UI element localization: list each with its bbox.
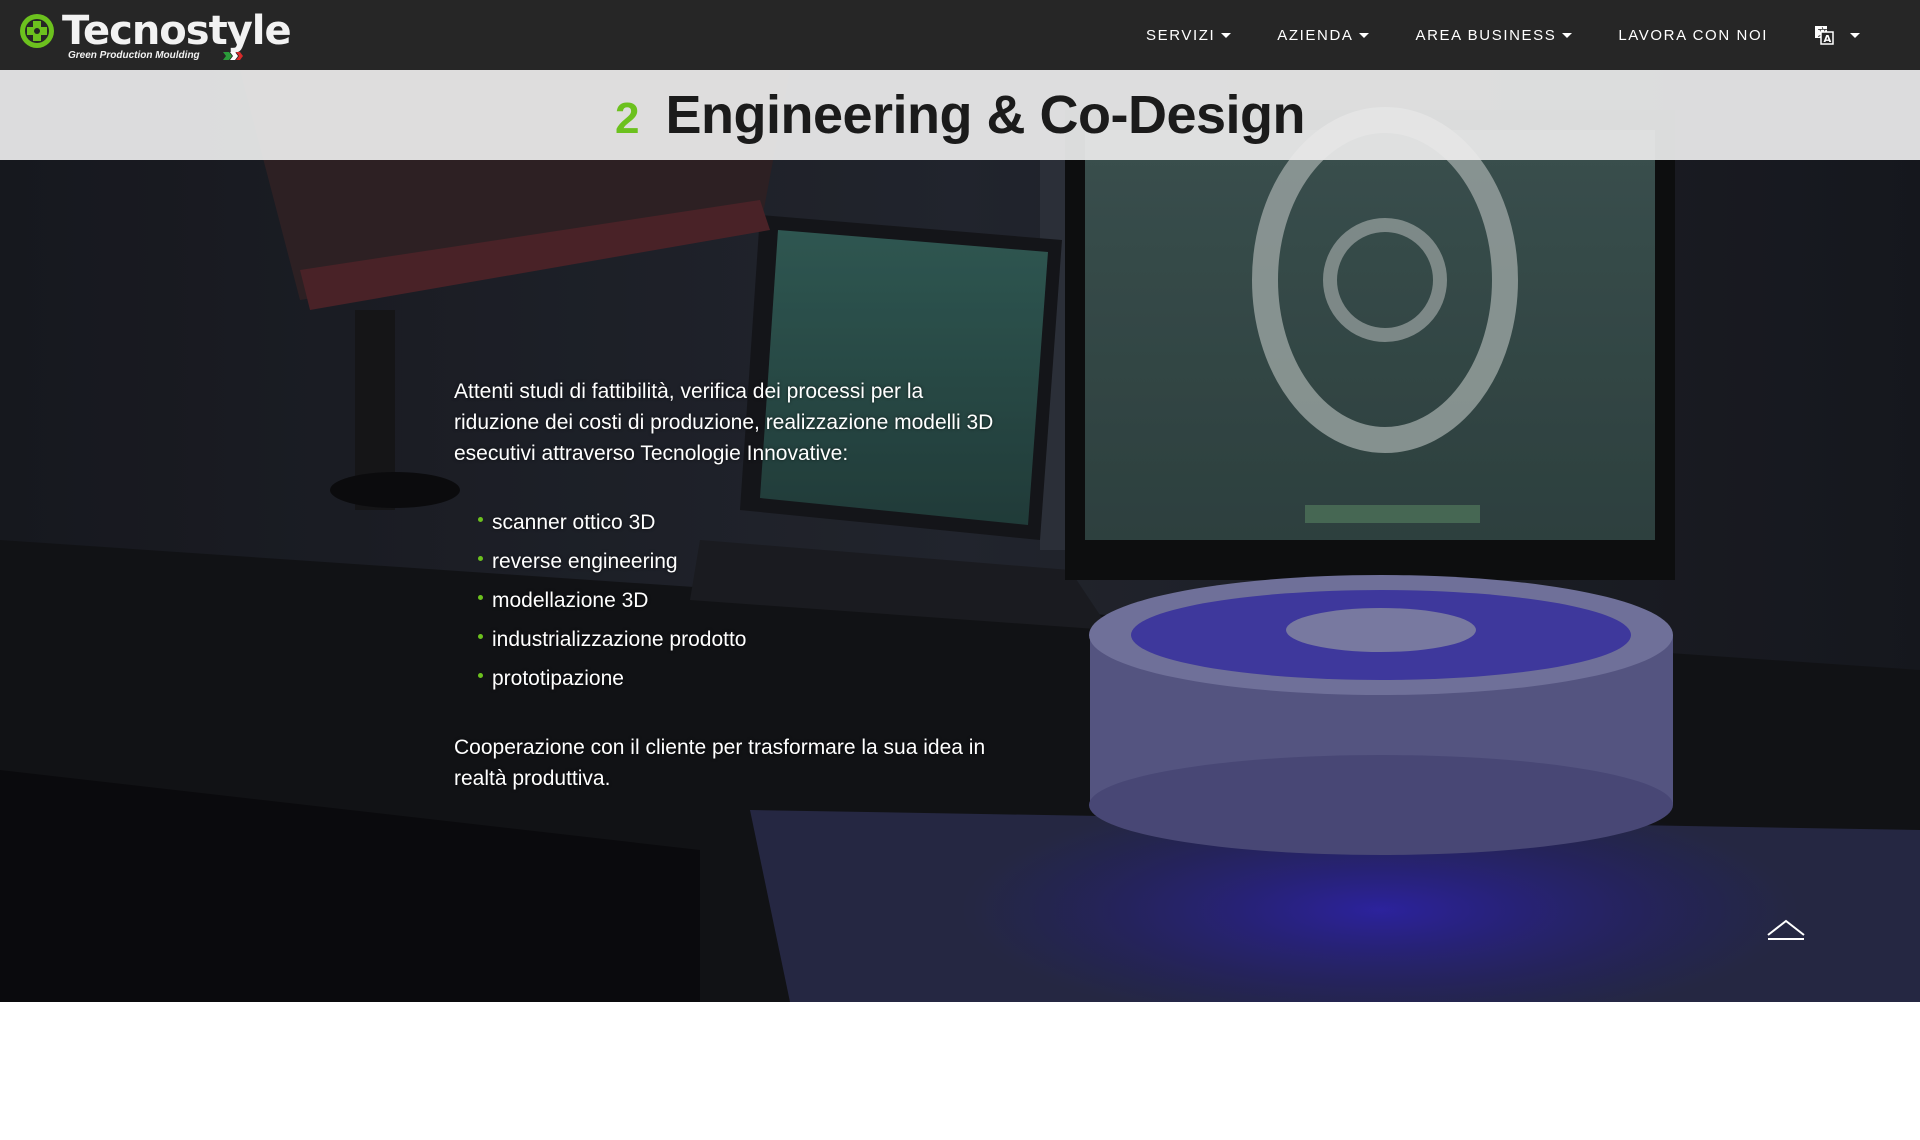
bullet-icon bbox=[478, 673, 483, 678]
translate-icon: 文 A bbox=[1815, 26, 1834, 45]
main-nav: SERVIZI AZIENDA AREA BUSINESS LAVORA CON… bbox=[1100, 0, 1860, 70]
italian-flag-icon bbox=[223, 52, 243, 60]
feature-label: modellazione 3D bbox=[492, 589, 649, 612]
nav-lavora-con-noi-label: LAVORA CON NOI bbox=[1618, 26, 1768, 44]
language-selector[interactable]: 文 A bbox=[1814, 25, 1860, 45]
section-number: 2 bbox=[614, 94, 640, 143]
nav-azienda[interactable]: AZIENDA bbox=[1277, 26, 1370, 44]
feature-label: scanner ottico 3D bbox=[492, 511, 656, 534]
list-item: prototipazione bbox=[478, 659, 1014, 698]
nav-servizi-label: SERVIZI bbox=[1145, 26, 1216, 44]
list-item: industrializzazione prodotto bbox=[478, 620, 1014, 659]
logo-mark-icon bbox=[20, 14, 54, 48]
bullet-icon bbox=[478, 634, 483, 639]
list-item: reverse engineering bbox=[478, 542, 1014, 581]
hero-section: 2 Engineering & Co-Design Attenti studi … bbox=[0, 70, 1920, 1002]
caret-down-icon bbox=[1221, 32, 1232, 38]
svg-text:A: A bbox=[1824, 34, 1832, 45]
list-item: modellazione 3D bbox=[478, 581, 1014, 620]
navbar: Tecnostyle Green Production Moulding SER… bbox=[0, 0, 1920, 70]
feature-list: scanner ottico 3D reverse engineering mo… bbox=[478, 503, 1014, 698]
section-outro: Cooperazione con il cliente per trasform… bbox=[454, 736, 986, 790]
nav-lavora-con-noi[interactable]: LAVORA CON NOI bbox=[1618, 27, 1768, 44]
nav-servizi[interactable]: SERVIZI bbox=[1145, 26, 1232, 44]
logo[interactable]: Tecnostyle Green Production Moulding bbox=[18, 8, 292, 64]
section-title: Engineering & Co-Design bbox=[665, 85, 1306, 145]
section-title-bar: 2 Engineering & Co-Design bbox=[0, 70, 1920, 160]
bullet-icon bbox=[478, 556, 483, 561]
caret-down-icon bbox=[1850, 32, 1860, 38]
caret-down-icon bbox=[1359, 32, 1370, 38]
nav-area-business[interactable]: AREA BUSINESS bbox=[1415, 26, 1573, 44]
nav-area-business-label: AREA BUSINESS bbox=[1415, 26, 1557, 44]
bullet-icon bbox=[478, 595, 483, 600]
feature-label: prototipazione bbox=[492, 667, 624, 690]
caret-down-icon bbox=[1562, 32, 1573, 38]
logo-name: Tecnostyle bbox=[62, 8, 292, 54]
logo-tagline: Green Production Moulding bbox=[68, 50, 200, 61]
list-item: scanner ottico 3D bbox=[478, 503, 1014, 542]
section-intro: Attenti studi di fattibilità, verifica d… bbox=[454, 380, 994, 465]
feature-label: industrializzazione prodotto bbox=[492, 628, 747, 651]
nav-azienda-label: AZIENDA bbox=[1277, 26, 1354, 44]
bullet-icon bbox=[478, 517, 483, 522]
section-content: Attenti studi di fattibilità, verifica d… bbox=[454, 376, 1014, 794]
feature-label: reverse engineering bbox=[492, 550, 678, 573]
chevron-up-icon[interactable] bbox=[1766, 918, 1806, 942]
